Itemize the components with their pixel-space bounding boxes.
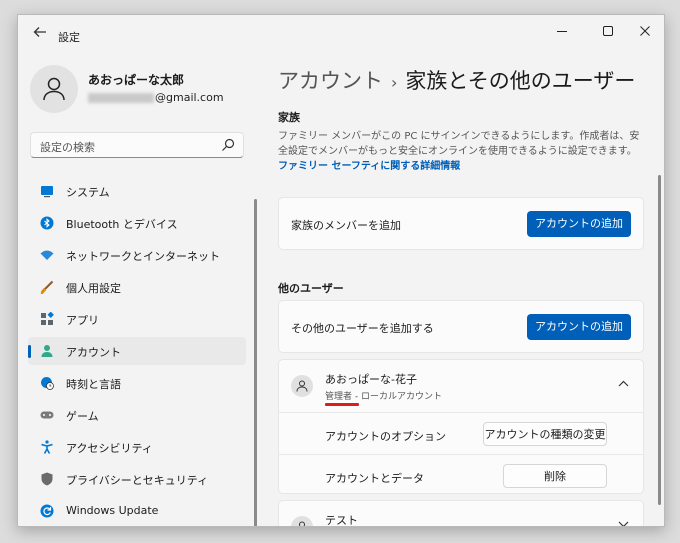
family-add-card: 家族のメンバーを追加 アカウントの追加 — [278, 197, 644, 250]
sidebar-item-label: 個人用設定 — [66, 282, 121, 295]
avatar[interactable] — [30, 65, 78, 113]
family-add-label: 家族のメンバーを追加 — [291, 219, 401, 232]
system-icon — [41, 186, 53, 198]
redacted-email — [88, 93, 154, 103]
user-card-header[interactable]: あおっぱーな-花子 管理者 - ローカルアカウント — [279, 360, 643, 412]
sidebar-item-label: システム — [66, 186, 110, 199]
update-icon — [40, 504, 54, 518]
family-heading: 家族 — [278, 111, 300, 124]
apps-icon — [41, 312, 54, 325]
family-safety-link[interactable]: ファミリー セーフティに関する詳細情報 — [278, 161, 460, 172]
account-icon — [41, 345, 53, 357]
main-content: アカウント › 家族とその他のユーザー 家族 ファミリー メンバーがこの PC にサ… — [258, 55, 664, 526]
settings-window: 設定 あおっぱーな太郎 @gmail.com 設定の検索 システム Blueto… — [17, 14, 665, 527]
chevron-right-icon: › — [391, 73, 398, 92]
sidebar-item-privacy[interactable]: プライバシーとセキュリティ — [28, 465, 246, 493]
sidebar-item-label: プライバシーとセキュリティ — [66, 474, 209, 487]
search-placeholder: 設定の検索 — [40, 141, 95, 154]
divider — [279, 454, 643, 455]
family-description-text: ファミリー メンバーがこの PC にサインインできるようにします。作成者は、安全… — [278, 131, 640, 157]
sidebar-item-label: Bluetooth とデバイス — [66, 218, 178, 231]
wifi-icon — [40, 250, 54, 260]
sidebar-item-windows-update[interactable]: Windows Update — [28, 497, 246, 525]
change-account-type-button[interactable]: アカウントの種類の変更 — [483, 422, 607, 446]
person-icon — [296, 380, 308, 392]
minimize-icon[interactable] — [545, 21, 579, 43]
email-domain: @gmail.com — [155, 91, 224, 104]
user-name: テスト — [325, 514, 358, 526]
highlight-underline — [325, 403, 359, 406]
shield-icon — [41, 472, 53, 486]
sidebar-item-accessibility[interactable]: アクセシビリティ — [28, 433, 246, 461]
sidebar-item-system[interactable]: システム — [28, 177, 246, 205]
breadcrumb-parent[interactable]: アカウント — [278, 69, 383, 93]
user-account-type: ローカルアカウント — [361, 392, 443, 402]
other-user-add-label: その他のユーザーを追加する — [291, 322, 434, 335]
account-data-label: アカウントとデータ — [325, 472, 424, 485]
sidebar-item-gaming[interactable]: ゲーム — [28, 401, 246, 429]
family-description: ファミリー メンバーがこの PC にサインインできるようにします。作成者は、安全… — [278, 129, 648, 174]
main-scrollbar[interactable] — [658, 175, 661, 505]
search-input[interactable]: 設定の検索 — [30, 132, 244, 158]
user-avatar — [291, 516, 313, 526]
sidebar-item-network[interactable]: ネットワークとインターネット — [28, 241, 246, 269]
bluetooth-icon — [40, 216, 54, 230]
title-bar: 設定 — [18, 15, 664, 55]
sidebar-item-label: アカウント — [66, 346, 121, 359]
sidebar-item-label: ゲーム — [66, 410, 99, 423]
sidebar: あおっぱーな太郎 @gmail.com 設定の検索 システム Bluetooth… — [18, 55, 258, 526]
add-other-account-button[interactable]: アカウントの追加 — [527, 314, 631, 340]
sidebar-scrollbar[interactable] — [254, 199, 257, 526]
divider — [279, 412, 643, 413]
remove-account-button[interactable]: 削除 — [503, 464, 607, 488]
page-title: 家族とその他のユーザー — [405, 69, 636, 93]
user-avatar — [291, 375, 313, 397]
sidebar-item-label: アプリ — [66, 314, 99, 327]
sidebar-item-accounts[interactable]: アカウント — [28, 337, 246, 365]
user-name: あおっぱーな-花子 — [325, 373, 417, 386]
other-user-add-card: その他のユーザーを追加する アカウントの追加 — [278, 300, 644, 353]
user-card-test[interactable]: テスト — [278, 500, 644, 526]
close-icon[interactable] — [628, 21, 662, 43]
sidebar-item-label: Windows Update — [66, 504, 159, 517]
chevron-up-icon[interactable] — [618, 379, 629, 390]
sidebar-item-label: ネットワークとインターネット — [66, 250, 220, 263]
app-title: 設定 — [58, 31, 80, 44]
globe-clock-icon — [41, 377, 54, 390]
maximize-icon[interactable] — [591, 21, 625, 43]
user-email: @gmail.com — [88, 91, 224, 104]
accessibility-icon — [41, 440, 53, 454]
user-role-label: 管理者 — [325, 392, 353, 402]
sidebar-item-personalization[interactable]: 個人用設定 — [28, 273, 246, 301]
chevron-down-icon[interactable] — [618, 520, 629, 526]
active-indicator — [28, 345, 31, 358]
sidebar-item-label: 時刻と言語 — [66, 378, 121, 391]
user-card-hanako: あおっぱーな-花子 管理者 - ローカルアカウント アカウントのオプション アカ… — [278, 359, 644, 494]
sidebar-item-label: アクセシビリティ — [66, 442, 153, 455]
person-icon — [43, 77, 65, 101]
person-icon — [299, 521, 305, 526]
sidebar-item-apps[interactable]: アプリ — [28, 305, 246, 333]
back-arrow-icon[interactable] — [30, 25, 50, 45]
gamepad-icon — [40, 411, 54, 419]
add-family-account-button[interactable]: アカウントの追加 — [527, 211, 631, 237]
brush-icon — [40, 280, 54, 294]
sidebar-item-time-language[interactable]: 時刻と言語 — [28, 369, 246, 397]
other-users-heading: 他のユーザー — [278, 282, 344, 295]
breadcrumb: アカウント › 家族とその他のユーザー — [278, 65, 635, 95]
search-icon[interactable] — [221, 138, 235, 152]
sidebar-item-bluetooth[interactable]: Bluetooth とデバイス — [28, 209, 246, 237]
user-name: あおっぱーな太郎 — [88, 73, 185, 87]
user-role: 管理者 - ローカルアカウント — [325, 392, 443, 402]
account-options-label: アカウントのオプション — [325, 430, 446, 443]
